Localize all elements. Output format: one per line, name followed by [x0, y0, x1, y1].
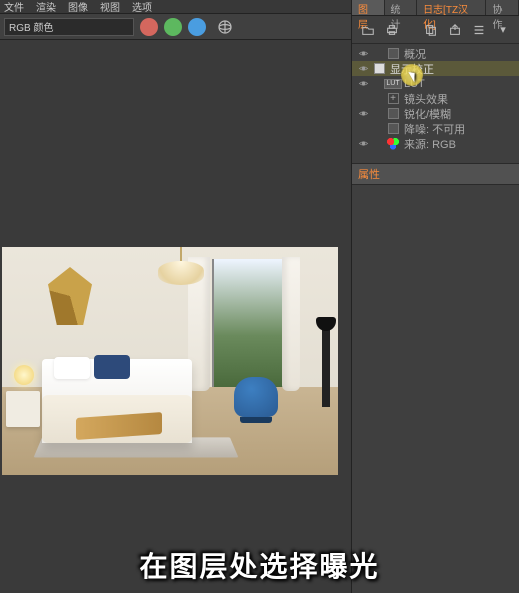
- layer-row-display-correction[interactable]: 显示校正: [352, 61, 519, 76]
- rgb-source-icon: [386, 138, 400, 150]
- layer-row-lens-effect[interactable]: + 镜头效果: [352, 91, 519, 106]
- video-caption: 在图层处选择曝光: [0, 545, 519, 585]
- menu-options[interactable]: 选项: [132, 0, 152, 14]
- box-icon: [386, 123, 400, 135]
- layer-row-sharpen-blur[interactable]: 锐化/模糊: [352, 106, 519, 121]
- render-canvas: [2, 247, 338, 475]
- channel-green-button[interactable]: [164, 18, 182, 36]
- layer-label: 镜头效果: [404, 91, 519, 107]
- print-icon[interactable]: [382, 20, 402, 40]
- properties-header[interactable]: 属性: [352, 163, 519, 185]
- menu-render[interactable]: 渲染: [36, 0, 56, 14]
- box-icon: [386, 108, 400, 120]
- layer-row-overview[interactable]: 概况: [352, 46, 519, 61]
- layer-row-denoise[interactable]: 降噪: 不可用: [352, 121, 519, 136]
- viewport[interactable]: [0, 40, 351, 593]
- colormode-label: RGB 颜色: [9, 19, 53, 34]
- layer-label: 降噪: 不可用: [404, 121, 519, 137]
- layer-label: 来源: RGB: [404, 136, 519, 152]
- visibility-eye-icon[interactable]: [356, 107, 370, 121]
- check-box-icon: [372, 63, 386, 75]
- layer-tree: 概况 显示校正 LUT LUT + 镜头效果 锐化/模糊: [352, 44, 519, 153]
- visibility-eye-icon[interactable]: [356, 137, 370, 151]
- channel-blue-button[interactable]: [188, 18, 206, 36]
- export-icon[interactable]: [445, 20, 465, 40]
- layer-row-source[interactable]: 来源: RGB: [352, 136, 519, 151]
- colormode-dropdown[interactable]: RGB 颜色: [4, 18, 134, 36]
- layer-label: LUT: [404, 78, 519, 90]
- visibility-eye-icon[interactable]: [356, 77, 370, 91]
- visibility-eye-icon[interactable]: [356, 47, 370, 61]
- layer-row-lut[interactable]: LUT LUT: [352, 76, 519, 91]
- menu-view[interactable]: 视图: [100, 0, 120, 14]
- menu-file[interactable]: 文件: [4, 0, 24, 14]
- copy-icon[interactable]: [421, 20, 441, 40]
- visibility-eye-icon[interactable]: [356, 62, 370, 76]
- folder-icon: [386, 48, 400, 60]
- lut-badge-icon: LUT: [386, 78, 400, 90]
- globe-icon[interactable]: [214, 16, 236, 38]
- tab-stats[interactable]: 统计: [385, 0, 418, 15]
- tab-layers[interactable]: 图层: [352, 0, 385, 15]
- list-icon[interactable]: [469, 20, 489, 40]
- open-icon[interactable]: [358, 20, 378, 40]
- add-plus-icon: +: [386, 93, 400, 105]
- dropdown-arrow-icon[interactable]: ▾: [493, 20, 513, 40]
- tab-log[interactable]: 日志[TZ汉化]: [417, 0, 486, 15]
- tab-collab[interactable]: 协作: [486, 0, 519, 15]
- layer-label: 概况: [404, 46, 519, 62]
- menu-image[interactable]: 图像: [68, 0, 88, 14]
- layer-label: 显示校正: [390, 61, 519, 77]
- channel-red-button[interactable]: [140, 18, 158, 36]
- layer-label: 锐化/模糊: [404, 106, 519, 122]
